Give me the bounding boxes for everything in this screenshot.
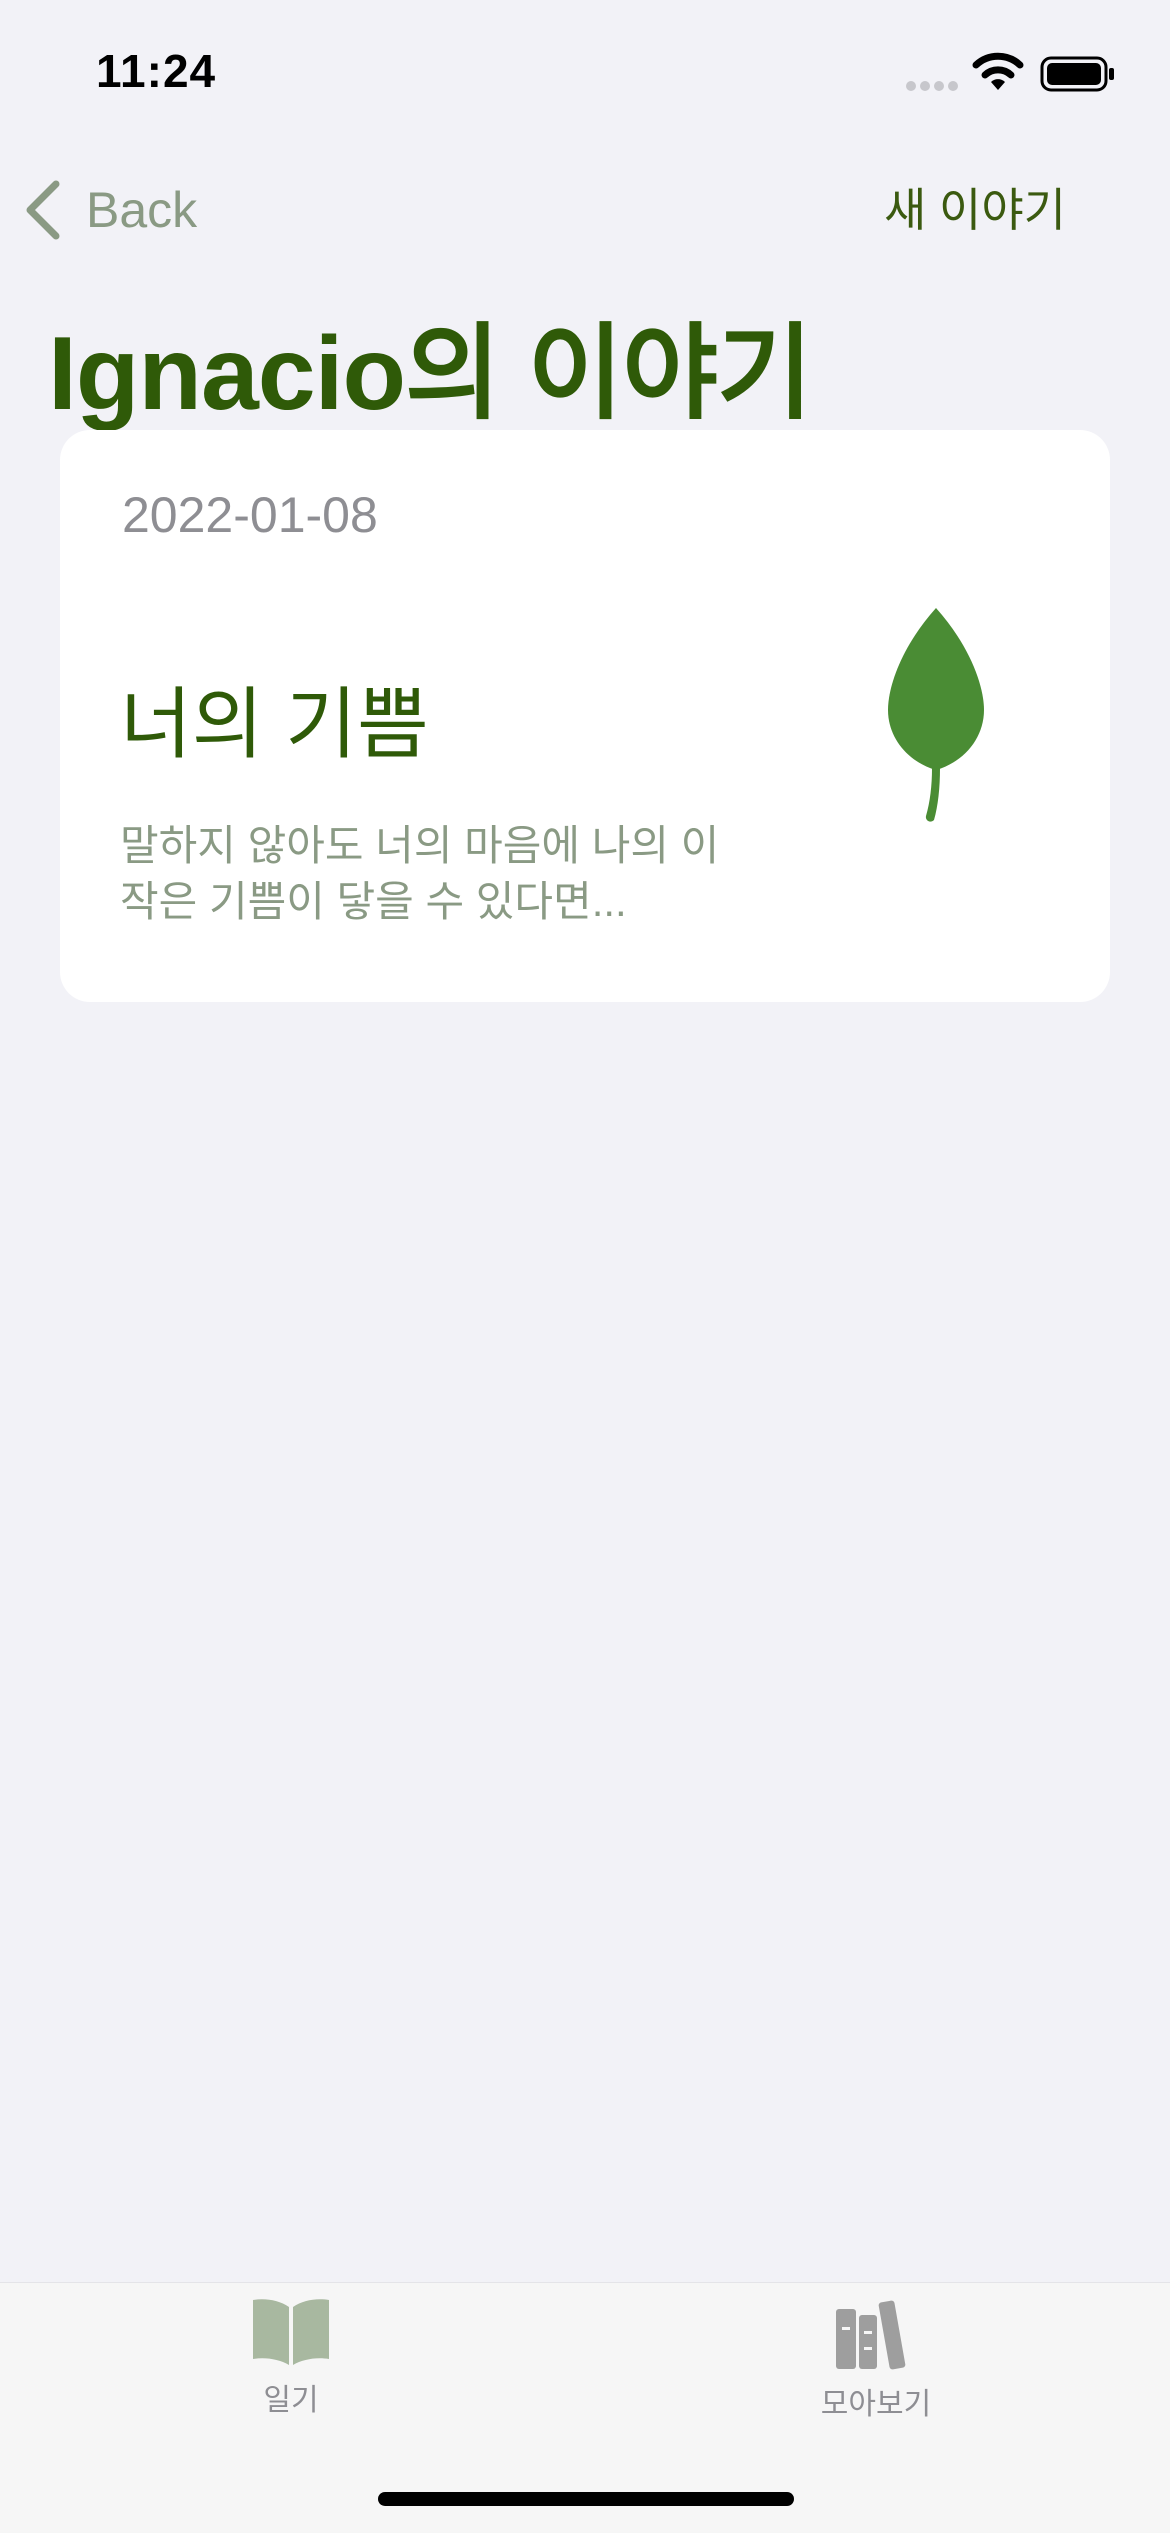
home-indicator xyxy=(378,2492,794,2506)
tab-diary[interactable]: 일기 xyxy=(191,2297,391,2419)
story-date: 2022-01-08 xyxy=(122,487,378,543)
navigation-bar: Back 새 이야기 xyxy=(0,160,1170,260)
page-title: Ignacio의 이야기 xyxy=(48,316,813,432)
new-story-button[interactable]: 새 이야기 xyxy=(884,174,1066,240)
status-bar: 11:24 xyxy=(0,0,1170,140)
tab-diary-label: 일기 xyxy=(263,2384,319,2417)
story-title: 너의 기쁨 xyxy=(120,680,429,768)
chevron-left-icon xyxy=(26,180,60,240)
status-time: 11:24 xyxy=(96,45,217,97)
books-icon xyxy=(836,2300,906,2370)
tab-collection[interactable]: 모아보기 xyxy=(776,2297,976,2423)
cellular-signal-icon xyxy=(906,81,958,91)
tab-collection-label: 모아보기 xyxy=(820,2388,932,2421)
wifi-icon xyxy=(972,52,1024,90)
back-button[interactable]: Back xyxy=(24,172,197,248)
open-book-icon xyxy=(253,2299,329,2365)
story-excerpt: 말하지 않아도 너의 마음에 나의 이 작은 기쁨이 닿을 수 있다면... xyxy=(120,822,720,925)
leaf-icon xyxy=(888,608,984,822)
story-card[interactable]: 2022-01-08 너의 기쁨 말하지 않아도 너의 마음에 나의 이 작은 … xyxy=(60,430,1110,1002)
battery-icon xyxy=(1040,56,1114,92)
back-label: Back xyxy=(86,182,198,238)
